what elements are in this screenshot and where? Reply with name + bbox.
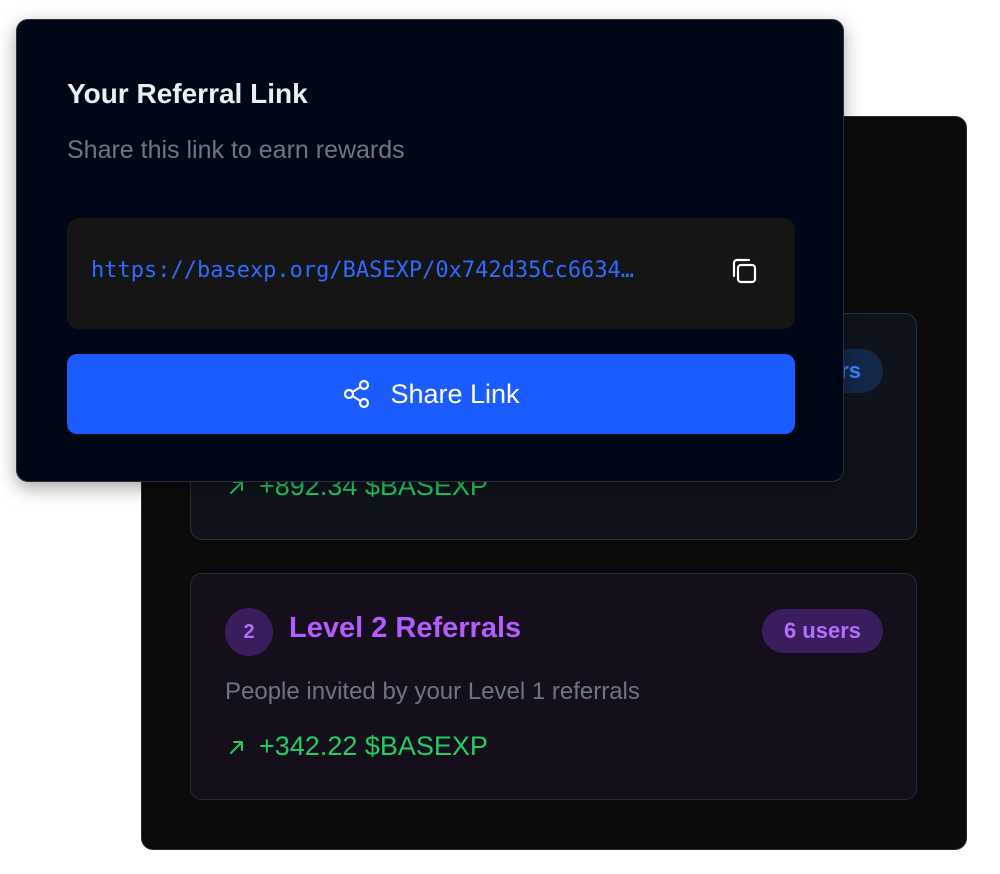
share-icon	[342, 379, 372, 409]
level-2-number-badge: 2	[225, 608, 273, 656]
level-2-earnings: +342.22 $BASEXP	[227, 731, 488, 762]
copy-icon	[728, 255, 760, 292]
trend-up-icon	[227, 737, 247, 757]
level-2-earnings-value: +342.22 $BASEXP	[259, 731, 488, 761]
level-2-users-badge: 6 users	[761, 609, 883, 653]
copy-link-button[interactable]	[721, 250, 767, 296]
level-2-title: Level 2 Referrals	[289, 612, 522, 644]
referral-link-box: https://basexp.org/BASEXP/0x742d35Cc6634…	[67, 218, 795, 329]
referral-link-url[interactable]: https://basexp.org/BASEXP/0x742d35Cc6634…	[91, 258, 691, 283]
referral-link-title: Your Referral Link	[67, 78, 308, 109]
level-2-description: People invited by your Level 1 referrals	[225, 678, 640, 705]
referral-link-subtitle: Share this link to earn rewards	[67, 136, 405, 164]
level-2-card: 2 Level 2 Referrals 6 users People invit…	[190, 573, 917, 800]
referral-link-card: Your Referral Link Share this link to ea…	[16, 19, 844, 482]
share-link-button[interactable]: Share Link	[67, 354, 795, 434]
share-link-label: Share Link	[390, 378, 520, 409]
